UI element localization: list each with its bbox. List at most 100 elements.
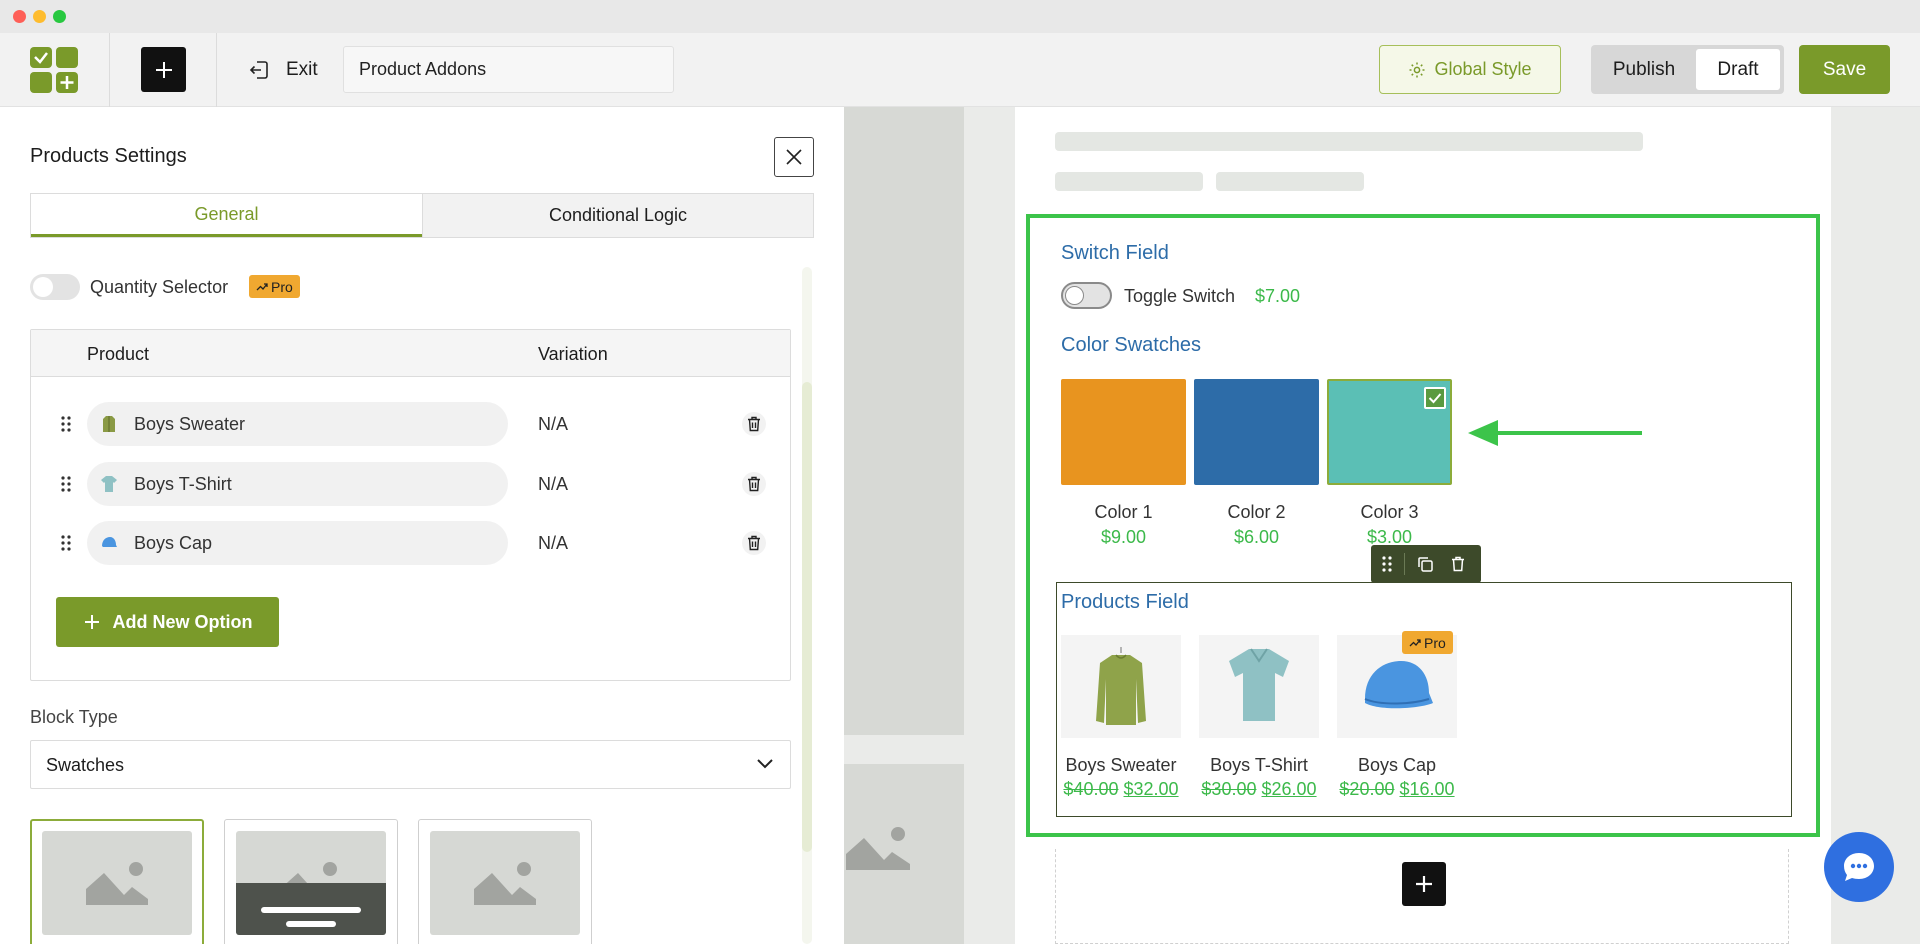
panel-scrollbar-thumb[interactable] <box>802 382 812 852</box>
delete-row-button[interactable] <box>742 531 766 555</box>
draft-button[interactable]: Draft <box>1696 49 1780 90</box>
gear-icon <box>1409 62 1425 77</box>
table-row: Boys Cap N/A <box>31 521 790 565</box>
panel-title: Products Settings <box>30 145 187 167</box>
drag-block-button[interactable] <box>1377 554 1397 574</box>
table-header: Product Variation <box>31 330 790 377</box>
caption-overlay <box>236 883 386 935</box>
swatch-price: $9.00 <box>1100 527 1147 547</box>
duplicate-block-button[interactable] <box>1415 554 1435 574</box>
tshirt-image-icon <box>1229 648 1289 721</box>
global-style-button[interactable]: Global Style <box>1379 45 1561 94</box>
publish-label: Publish <box>1612 58 1676 80</box>
save-button[interactable]: Save <box>1799 45 1890 94</box>
cap-image-icon <box>1364 661 1433 709</box>
product-image[interactable] <box>1199 635 1319 738</box>
block-action-bar <box>1371 545 1481 583</box>
product-pill[interactable]: Boys Cap <box>87 521 508 565</box>
tab-general[interactable]: General <box>31 194 422 237</box>
trash-icon <box>748 416 760 432</box>
product-old-price: $20.00 <box>1339 779 1395 799</box>
panel-tabs: General Conditional Logic <box>30 193 814 238</box>
tab-conditional-logic[interactable]: Conditional Logic <box>422 194 813 237</box>
publish-draft-toggle: Publish Draft <box>1591 45 1784 94</box>
tshirt-icon <box>101 476 117 492</box>
add-block-button[interactable] <box>1402 862 1446 906</box>
exit-label: Exit <box>286 59 318 80</box>
product-new-price: $32.00 <box>1123 779 1179 799</box>
color-swatch-selected[interactable] <box>1327 379 1452 485</box>
layout-option[interactable] <box>224 819 398 944</box>
save-label: Save <box>1822 58 1867 80</box>
skeleton-line <box>1055 132 1643 151</box>
chat-support-button[interactable] <box>1824 832 1894 902</box>
plus-icon <box>1416 876 1432 892</box>
close-panel-button[interactable] <box>774 137 814 177</box>
window-titlebar <box>0 0 1920 33</box>
product-pill[interactable]: Boys T-Shirt <box>87 462 508 506</box>
toolbar: Exit Global Style Publish Draft Save <box>0 33 1920 107</box>
trash-icon <box>748 476 760 492</box>
add-new-option-button[interactable]: Add New Option <box>56 597 279 647</box>
panel-scrollbar[interactable] <box>802 267 812 944</box>
settings-panel: Products Settings General Conditional Lo… <box>0 107 844 944</box>
minimize-window-dot[interactable] <box>33 10 46 23</box>
trend-up-icon <box>256 282 268 290</box>
product-price: $20.00 $16.00 <box>1333 779 1461 800</box>
product-old-price: $30.00 <box>1201 779 1257 799</box>
publish-button[interactable]: Publish <box>1595 49 1693 90</box>
background-placeholder <box>844 107 964 735</box>
form-page: Switch Field Toggle Switch $7.00 Color S… <box>1015 107 1831 944</box>
toolbar-divider <box>216 33 217 107</box>
skeleton-line <box>1055 172 1203 191</box>
add-new-option-label: Add New Option <box>112 611 253 632</box>
background-placeholder <box>844 764 964 944</box>
app-logo-icon[interactable] <box>30 47 80 95</box>
product-pill[interactable]: Boys Sweater <box>87 402 508 446</box>
toggle-knob <box>33 277 53 297</box>
toggle-switch-price: $7.00 <box>1255 286 1301 306</box>
products-field-block[interactable]: Products Field Boys Sweater $40.00 $32.0… <box>1056 582 1792 817</box>
products-field-title: Products Field <box>1061 591 1189 613</box>
product-name: Boys T-Shirt <box>1210 755 1308 775</box>
delete-row-button[interactable] <box>742 472 766 496</box>
layout-option[interactable] <box>30 819 204 944</box>
layout-option[interactable] <box>418 819 592 944</box>
toggle-knob <box>1065 286 1084 305</box>
delete-block-button[interactable] <box>1448 554 1468 574</box>
add-element-button[interactable] <box>141 47 186 92</box>
delete-row-button[interactable] <box>742 412 766 436</box>
tab-general-label: General <box>194 203 259 224</box>
color-swatch[interactable] <box>1061 379 1186 485</box>
block-type-select[interactable]: Swatches <box>30 740 791 789</box>
pro-badge: Pro <box>249 275 300 298</box>
product-name: Boys Cap <box>1357 755 1437 775</box>
sweater-icon <box>103 416 115 432</box>
form-title-input[interactable] <box>343 46 674 93</box>
skeleton-line <box>1216 172 1364 191</box>
table-row: Boys T-Shirt N/A <box>31 462 790 506</box>
toggle-switch[interactable] <box>1061 282 1112 309</box>
image-placeholder <box>430 831 580 935</box>
quantity-selector-toggle[interactable] <box>30 274 80 300</box>
switch-field-title: Switch Field <box>1061 242 1169 264</box>
close-window-dot[interactable] <box>13 10 26 23</box>
color-swatch[interactable] <box>1194 379 1319 485</box>
drag-handle-icon[interactable] <box>61 476 71 492</box>
action-divider <box>1404 553 1405 575</box>
exit-button[interactable]: Exit <box>248 53 318 87</box>
toggle-switch-label: Toggle Switch <box>1124 286 1236 306</box>
product-image[interactable] <box>1061 635 1181 738</box>
trash-icon <box>1452 556 1464 572</box>
maximize-window-dot[interactable] <box>53 10 66 23</box>
product-name: Boys T-Shirt <box>134 474 232 494</box>
swatch-name: Color 2 <box>1227 502 1286 522</box>
chevron-down-icon <box>757 759 773 769</box>
duplicate-icon <box>1417 556 1433 572</box>
block-type-label: Block Type <box>30 707 118 727</box>
drag-handle-icon[interactable] <box>61 416 71 432</box>
drag-handle-icon[interactable] <box>61 535 71 551</box>
swatch-price: $6.00 <box>1233 527 1280 547</box>
product-name: Boys Sweater <box>1065 755 1177 775</box>
image-icon <box>846 827 910 870</box>
